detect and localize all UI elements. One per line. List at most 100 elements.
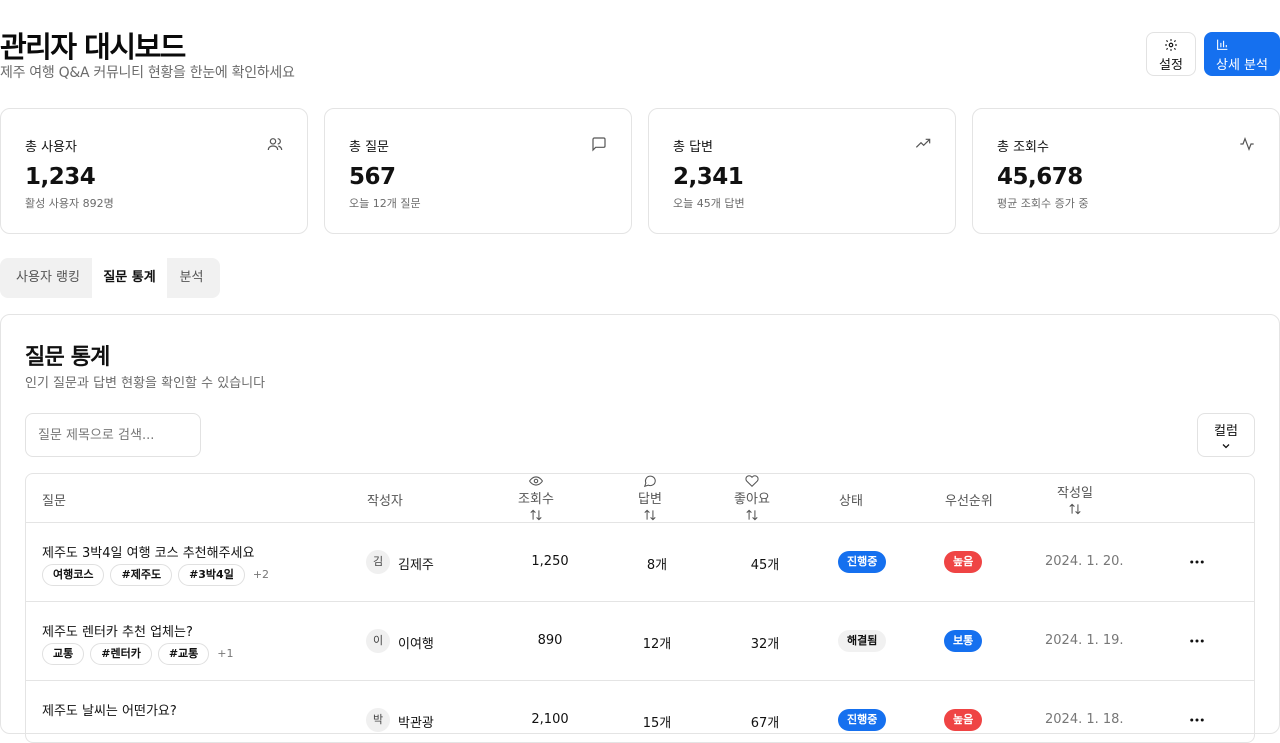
tag: #3박4일: [178, 564, 245, 586]
users-icon: [267, 138, 283, 151]
header-author[interactable]: 작성자: [367, 490, 403, 509]
stat-label: 총 조회수: [997, 140, 1049, 155]
tag: #렌터카: [90, 643, 152, 665]
stat-card-answers: 총 답변 2,341 오늘 45개 답변: [648, 108, 956, 234]
answers-count: 15개: [642, 716, 672, 731]
answers-count: 12개: [642, 637, 672, 652]
question-title[interactable]: 제주도 날씨는 어떤가요?: [42, 700, 177, 719]
tag: 교통: [42, 643, 85, 665]
more-options-icon[interactable]: [1188, 632, 1206, 650]
detailed-analysis-label: 상세 분석: [1216, 58, 1268, 73]
questions-table: 질문 작성자 조회수 답변 좋아요 상태 우선순위 작성일 제주도 3박4일 여…: [25, 473, 1255, 743]
question-title[interactable]: 제주도 렌터카 추천 업체는?: [42, 621, 193, 640]
bar-chart-icon: [1217, 39, 1228, 50]
status-badge: 진행중: [838, 551, 887, 573]
header-views-label: 조회수: [518, 492, 554, 507]
author-name: 김제주: [398, 558, 434, 573]
status-badge: 진행중: [838, 709, 887, 731]
table-header: 질문 작성자 조회수 답변 좋아요 상태 우선순위 작성일: [26, 474, 1254, 523]
stat-value: 1,234: [25, 164, 96, 190]
heart-icon: [745, 475, 759, 487]
likes-count: 67개: [750, 716, 780, 731]
stat-card-questions: 총 질문 567 오늘 12개 질문: [324, 108, 632, 234]
header-likes-label: 좋아요: [734, 492, 770, 507]
more-tags-count: +2: [252, 568, 270, 581]
header-likes[interactable]: 좋아요: [722, 474, 782, 522]
activity-icon: [1240, 136, 1254, 152]
columns-button-label: 컬럼: [1214, 424, 1238, 439]
detailed-analysis-button[interactable]: 상세 분석: [1204, 32, 1280, 76]
sort-icon[interactable]: [1068, 502, 1082, 516]
header-date[interactable]: 작성일: [1050, 482, 1100, 516]
header-views[interactable]: 조회수: [506, 474, 566, 522]
header-question[interactable]: 질문: [42, 490, 66, 509]
likes-count: 32개: [750, 637, 780, 652]
search-input[interactable]: [25, 413, 201, 457]
created-date: 2024. 1. 19.: [1045, 633, 1124, 648]
tag: 여행코스: [42, 564, 105, 586]
views-count: 890: [537, 633, 563, 648]
page-header: 관리자 대시보드 제주 여행 Q&A 커뮤니티 현황을 한눈에 확인하세요 설정…: [0, 0, 1280, 100]
stat-sub: 평균 조회수 증가 중: [997, 197, 1089, 210]
avatar: 이: [366, 629, 390, 653]
likes-count: 45개: [750, 558, 780, 573]
tab-analysis[interactable]: 분석: [167, 258, 216, 298]
sort-icon[interactable]: [745, 508, 759, 522]
sort-icon[interactable]: [529, 508, 543, 522]
tag-list: 교통 #렌터카 #교통 +1: [42, 643, 234, 665]
stats-cards: 총 사용자 1,234 활성 사용자 892명 총 질문 567 오늘 12개 …: [0, 108, 1280, 234]
settings-button[interactable]: 설정: [1146, 32, 1196, 76]
status-badge: 해결됨: [838, 630, 887, 652]
tab-bar: 사용자 랭킹 질문 통계 분석: [0, 258, 220, 298]
views-count: 1,250: [531, 554, 569, 569]
table-row[interactable]: 제주도 날씨는 어떤가요? 박 박관광 2,100 15개 67개 진행중 높음…: [26, 681, 1254, 742]
avatar: 박: [366, 708, 390, 732]
message-square-icon: [592, 137, 606, 152]
header-answers[interactable]: 답변: [622, 474, 678, 522]
header-priority[interactable]: 우선순위: [945, 490, 993, 509]
stat-card-users: 총 사용자 1,234 활성 사용자 892명: [0, 108, 308, 234]
sort-icon[interactable]: [643, 508, 657, 522]
priority-badge: 보통: [944, 630, 983, 652]
more-tags-count: +1: [217, 647, 234, 660]
header-answers-label: 답변: [638, 492, 662, 507]
columns-button[interactable]: 컬럼: [1197, 413, 1255, 457]
question-title[interactable]: 제주도 3박4일 여행 코스 추천해주세요: [42, 542, 254, 561]
panel-subtitle: 인기 질문과 답변 현황을 확인할 수 있습니다: [25, 376, 266, 391]
stat-sub: 오늘 45개 답변: [673, 197, 745, 210]
page-title: 관리자 대시보드: [0, 30, 186, 64]
stat-value: 2,341: [673, 164, 744, 190]
tab-question-stats[interactable]: 질문 통계: [92, 258, 167, 298]
author-name: 이여행: [398, 637, 434, 652]
priority-badge: 높음: [944, 709, 983, 731]
stat-label: 총 질문: [349, 140, 390, 155]
tag: #교통: [157, 643, 210, 665]
chevron-down-icon: [1222, 444, 1230, 449]
created-date: 2024. 1. 20.: [1045, 554, 1124, 569]
tab-user-ranking[interactable]: 사용자 랭킹: [4, 258, 92, 298]
priority-badge: 높음: [944, 551, 983, 573]
page-subtitle: 제주 여행 Q&A 커뮤니티 현황을 한눈에 확인하세요: [0, 65, 295, 81]
more-options-icon[interactable]: [1188, 711, 1206, 729]
tag: #제주도: [110, 564, 173, 586]
question-stats-panel: 질문 통계 인기 질문과 답변 현황을 확인할 수 있습니다 컬럼 질문 작성자…: [0, 314, 1280, 743]
settings-button-label: 설정: [1159, 58, 1183, 73]
stat-sub: 활성 사용자 892명: [25, 197, 114, 210]
author-name: 박관광: [398, 716, 434, 731]
more-options-icon[interactable]: [1188, 553, 1206, 571]
stat-value: 45,678: [997, 164, 1083, 190]
stat-value: 567: [349, 164, 396, 190]
gear-icon: [1165, 39, 1177, 51]
table-row[interactable]: 제주도 렌터카 추천 업체는? 교통 #렌터카 #교통 +1 이 이여행 890 12…: [26, 602, 1254, 681]
stat-sub: 오늘 12개 질문: [349, 197, 421, 210]
stat-card-views: 총 조회수 45,678 평균 조회수 증가 중: [972, 108, 1280, 234]
stat-label: 총 답변: [673, 140, 714, 155]
message-circle-icon: [643, 475, 656, 488]
stat-label: 총 사용자: [25, 140, 77, 155]
header-date-label: 작성일: [1057, 486, 1093, 501]
table-row[interactable]: 제주도 3박4일 여행 코스 추천해주세요 여행코스 #제주도 #3박4일 +2 김 …: [26, 523, 1254, 602]
header-status[interactable]: 상태: [839, 490, 863, 509]
trending-up-icon: [915, 138, 931, 148]
tag-list: 여행코스 #제주도 #3박4일 +2: [42, 564, 269, 586]
answers-count: 8개: [646, 558, 668, 573]
